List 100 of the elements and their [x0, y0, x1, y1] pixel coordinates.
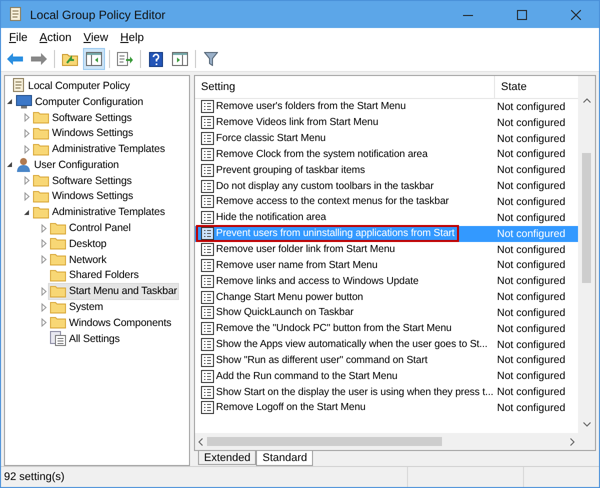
policy-setting-icon — [201, 338, 214, 352]
table-row[interactable]: Remove links and access to Windows Update Not configured — [195, 273, 578, 290]
tree-item[interactable]: Network — [48, 251, 108, 268]
tree-item[interactable]: Administrative Templates — [31, 204, 167, 221]
menu-item[interactable]: View — [78, 30, 114, 44]
policy-setting-icon — [201, 386, 214, 399]
table-cell: Add the Run command to the Start Menu — [197, 368, 400, 384]
table-cell: Show "Run as different user" command on Start — [197, 352, 430, 368]
policy-setting-icon — [201, 180, 214, 193]
table-row[interactable]: Remove Videos link from Start Menu Not configured — [195, 114, 578, 131]
tree-item[interactable]: Software Settings — [31, 109, 134, 126]
table-cell: Remove Videos link from Start Menu — [197, 115, 382, 130]
table-cell-text: Not configured — [496, 306, 566, 319]
table-row[interactable]: Remove the "Undock PC" button from the Start Menu Not configured — [195, 320, 578, 337]
table-cell-text: Not configured — [496, 100, 566, 113]
policy-setting-icon — [201, 100, 214, 114]
vertical-scrollbar[interactable] — [578, 76, 595, 433]
collapsed-arrow-icon[interactable] — [39, 285, 48, 298]
policy-setting-icon — [201, 306, 214, 320]
policy-setting-icon — [201, 401, 214, 414]
user-icon — [16, 157, 31, 172]
menu-item[interactable]: Action — [34, 30, 78, 44]
table-row[interactable]: Do not display any custom toolbars in the taskbar Not configured — [195, 178, 578, 194]
table-row[interactable]: Show "Run as different user" command on Start Not configured — [195, 352, 578, 368]
table-row[interactable]: Hide the notification area Not configured — [195, 210, 578, 226]
table-cell-text: Not configured — [496, 164, 566, 176]
table-cell: Remove the "Undock PC" button from the Start Menu — [197, 321, 455, 336]
table-cell: Remove Clock from the system notification area — [197, 146, 431, 162]
policy-setting-icon — [201, 195, 214, 208]
policy-setting-icon — [201, 322, 214, 336]
table-row[interactable]: Remove Logoff on the Start Menu Not configured — [195, 400, 578, 416]
table-row[interactable]: Force classic Start Menu Not configured — [195, 130, 578, 147]
tree-item[interactable]: Windows Components — [48, 314, 174, 332]
collapsed-arrow-icon[interactable] — [39, 316, 48, 329]
table-row[interactable]: Show Start on the display the user is using when they press t... Not configured — [195, 384, 578, 400]
view-tab[interactable]: Extended — [198, 451, 256, 465]
scrollbar-thumb[interactable] — [207, 437, 442, 446]
table-row[interactable]: Show QuickLaunch on Taskbar Not configured — [195, 304, 578, 321]
policy-setting-icon — [201, 132, 214, 146]
scrollbar-thumb[interactable] — [582, 153, 591, 283]
policy-setting-icon — [201, 164, 214, 177]
table-row[interactable]: Add the Run command to the Start Menu Not configured — [195, 368, 578, 384]
collapsed-arrow-icon[interactable] — [39, 254, 48, 266]
collapsed-arrow-icon[interactable] — [22, 143, 31, 156]
table-row[interactable]: Show the Apps view automatically when the user goes to St... Not configured — [195, 336, 578, 352]
tree-item[interactable]: Computer Configuration — [14, 93, 146, 110]
table-row[interactable]: Remove access to the context menus for the taskbar Not configured — [195, 194, 578, 210]
table-cell-text: Not configured — [496, 116, 566, 129]
column-header[interactable]: Setting — [195, 76, 494, 98]
status-text: 92 setting(s) — [3, 471, 66, 483]
collapsed-arrow-icon[interactable] — [22, 111, 31, 124]
close-icon — [571, 10, 581, 20]
table-cell-text: Not configured — [496, 338, 566, 351]
tree-item[interactable]: Start Menu and Taskbar — [48, 282, 179, 300]
tree-item[interactable]: Windows Settings — [31, 188, 136, 205]
collapsed-arrow-icon[interactable] — [22, 127, 31, 140]
folder-icon — [50, 316, 66, 330]
maximize-icon — [517, 10, 527, 20]
view-tab[interactable]: Standard — [256, 451, 314, 466]
computer-icon — [16, 94, 32, 109]
tree-item[interactable]: Administrative Templates — [31, 140, 167, 158]
table-row[interactable]: Change Start Menu power button Not configured — [195, 289, 578, 305]
tree-item[interactable]: Desktop — [48, 235, 108, 252]
menu-item[interactable]: Help — [114, 30, 150, 44]
table-cell: Remove access to the context menus for the taskbar — [197, 194, 452, 210]
collapsed-arrow-icon[interactable] — [22, 174, 31, 187]
policy-setting-icon — [201, 354, 214, 367]
folder-icon — [33, 190, 49, 203]
table-cell-text: Not configured — [496, 148, 566, 160]
horizontal-scrollbar[interactable] — [195, 433, 578, 450]
table-cell-text: Not configured — [496, 275, 566, 288]
table-row[interactable]: Remove user folder link from Start Menu Not configured — [195, 242, 578, 258]
collapsed-arrow-icon[interactable] — [39, 301, 48, 314]
tree-item[interactable]: Control Panel — [48, 220, 133, 237]
folder-icon — [50, 237, 66, 250]
collapsed-arrow-icon[interactable] — [39, 238, 48, 250]
scroll-icon — [11, 78, 25, 94]
policy-setting-icon — [201, 227, 214, 240]
table-cell-text: Not configured — [496, 196, 566, 208]
table-row[interactable]: Remove user name from Start Menu Not configured — [195, 257, 578, 274]
table-row[interactable]: Prevent grouping of taskbar items Not configured — [195, 162, 578, 178]
tree-item[interactable]: Shared Folders — [48, 266, 141, 284]
table-cell-text: Not configured — [496, 259, 566, 272]
folder-icon — [33, 126, 49, 140]
table-cell-text: Not configured — [496, 244, 566, 256]
tree-item[interactable]: Local Computer Policy — [9, 77, 132, 94]
tree-item[interactable]: Windows Settings — [31, 124, 136, 142]
menu-item[interactable]: File — [3, 30, 34, 44]
tree-item[interactable]: Software Settings — [31, 172, 134, 190]
toolbar-button[interactable] — [83, 48, 105, 70]
filter-icon — [204, 52, 218, 66]
table-cell-text: Not configured — [496, 132, 566, 145]
table-row[interactable]: Remove Clock from the system notification area Not configured — [195, 146, 578, 162]
tree-item[interactable]: User Configuration — [14, 156, 121, 174]
table-cell: Hide the notification area — [197, 210, 330, 226]
tree-item[interactable]: All Settings — [48, 330, 122, 348]
table-row[interactable]: Remove user's folders from the Start Menu Not configured — [195, 99, 578, 115]
table-cell: Force classic Start Menu — [197, 131, 329, 146]
collapsed-arrow-icon[interactable] — [39, 222, 48, 234]
tree-item[interactable]: System — [48, 298, 106, 316]
